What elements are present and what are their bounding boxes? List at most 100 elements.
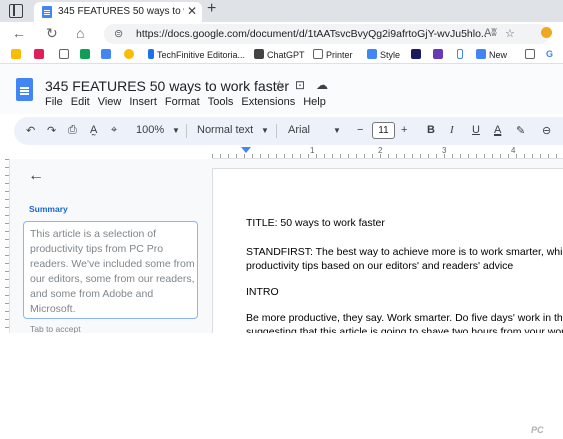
bookmark-star-icon[interactable]: ☆: [505, 27, 515, 40]
indent-marker-icon[interactable]: [241, 147, 251, 153]
redo-icon[interactable]: ↷: [47, 124, 56, 137]
bookmark-label: ChatGPT: [267, 50, 305, 60]
extension-icon[interactable]: [541, 27, 552, 38]
star-icon[interactable]: ☆: [274, 78, 285, 92]
bookmark-slack[interactable]: [34, 49, 47, 60]
bookmark-new[interactable]: New: [476, 49, 507, 60]
paint-format-icon[interactable]: ⌖: [111, 124, 117, 137]
zoom-select[interactable]: 100%: [136, 124, 164, 136]
menu-file[interactable]: File: [45, 96, 63, 108]
site-info-icon[interactable]: ⊜: [114, 27, 123, 40]
undo-icon[interactable]: ↶: [26, 124, 35, 137]
vertical-ruler: [0, 159, 10, 333]
navigation-bar: ← ↻ ⌂ ⊜ https://docs.google.com/document…: [0, 22, 563, 46]
summary-input[interactable]: This article is a selection of productiv…: [23, 221, 198, 319]
tab-to-accept-hint: Tab to accept: [30, 324, 81, 333]
decrease-font-size-button[interactable]: −: [357, 124, 363, 136]
bookmark-sheet[interactable]: [433, 49, 446, 60]
standfirst-line-1[interactable]: STANDFIRST: The best way to achieve more…: [246, 245, 563, 259]
style-select[interactable]: Normal text: [197, 124, 253, 136]
menu-format[interactable]: Format: [165, 96, 200, 108]
bookmark-mail[interactable]: [457, 49, 466, 60]
style-dropdown-icon[interactable]: ▼: [261, 126, 269, 135]
page-icon: [313, 49, 323, 59]
link-icon[interactable]: ⊖: [542, 124, 551, 137]
bookmark-page-2[interactable]: [525, 49, 538, 60]
menu-help[interactable]: Help: [303, 96, 326, 108]
reload-icon[interactable]: ↻: [46, 25, 58, 42]
mail-icon: [457, 49, 463, 59]
summary-suggestion-text[interactable]: This article is a selection of productiv…: [30, 227, 196, 317]
bookmarks-bar: TechFinitive Editoria... ChatGPT Printer…: [0, 46, 563, 64]
ruler-number: 1: [310, 146, 315, 155]
underline-button[interactable]: U: [472, 124, 480, 136]
horizontal-ruler[interactable]: 1 2 3 4: [212, 146, 563, 159]
toolbar-divider: [186, 124, 187, 138]
bookmark-drive[interactable]: [11, 49, 24, 60]
page-icon: [59, 49, 69, 59]
highlight-icon[interactable]: ✎: [516, 124, 525, 137]
chatgpt-icon: [254, 49, 264, 59]
menu-view[interactable]: View: [98, 96, 122, 108]
menu-tools[interactable]: Tools: [208, 96, 234, 108]
bookmark-pinwheel[interactable]: [124, 49, 137, 60]
page-icon: [525, 49, 535, 59]
title-paragraph[interactable]: TITLE: 50 ways to work faster: [246, 216, 563, 230]
intro-heading[interactable]: INTRO: [246, 285, 563, 299]
menu-extensions[interactable]: Extensions: [241, 96, 295, 108]
tab-close-icon[interactable]: ✕: [187, 4, 197, 18]
home-icon[interactable]: ⌂: [76, 25, 84, 41]
standfirst-line-2[interactable]: productivity tips based on our editors' …: [246, 259, 563, 273]
move-folder-icon[interactable]: ⊡: [295, 78, 305, 92]
document-page[interactable]: TITLE: 50 ways to work faster STANDFIRST…: [212, 168, 563, 333]
bookmark-label: Style: [380, 50, 401, 60]
spellcheck-icon[interactable]: A̰: [90, 124, 97, 136]
document-title[interactable]: 345 FEATURES 50 ways to work faster: [45, 78, 289, 94]
docs-header: 345 FEATURES 50 ways to work faster ☆ ⊡ …: [0, 64, 563, 114]
bookmark-style[interactable]: Style: [367, 49, 400, 60]
d-icon: [411, 49, 421, 59]
close-outline-icon[interactable]: ←: [28, 167, 44, 185]
bookmark-label: New: [489, 50, 508, 60]
tab-strip: 345 FEATURES 50 ways to work f ✕ +: [0, 0, 563, 22]
font-dropdown-icon[interactable]: ▼: [333, 126, 341, 135]
bookmark-d[interactable]: [411, 49, 424, 60]
docs-logo-icon[interactable]: [16, 78, 33, 101]
menu-edit[interactable]: Edit: [71, 96, 90, 108]
body-line-2[interactable]: suggesting that this article is going to…: [246, 325, 563, 333]
toolbar-divider: [276, 124, 277, 138]
read-aloud-icon[interactable]: Aʬ: [484, 27, 497, 39]
font-select[interactable]: Arial: [288, 124, 310, 136]
text-color-button[interactable]: A: [494, 124, 501, 136]
address-bar[interactable]: ⊜ https://docs.google.com/document/d/1tA…: [104, 24, 550, 44]
docs-icon: [476, 49, 486, 59]
menu-bar: File Edit View Insert Format Tools Exten…: [45, 96, 334, 108]
italic-button[interactable]: I: [450, 124, 454, 136]
bookmark-label: Printer: [326, 50, 353, 60]
url-text[interactable]: https://docs.google.com/document/d/1tAAT…: [136, 28, 486, 40]
bookmark-chatgpt[interactable]: ChatGPT: [254, 49, 305, 60]
browser-tab[interactable]: 345 FEATURES 50 ways to work f ✕: [34, 2, 202, 22]
bookmark-docs[interactable]: [101, 49, 114, 60]
menu-insert[interactable]: Insert: [129, 96, 157, 108]
print-icon[interactable]: ⎙: [68, 124, 77, 137]
font-size-input[interactable]: 11: [372, 122, 395, 139]
body-line-1[interactable]: Be more productive, they say. Work smart…: [246, 311, 563, 325]
slack-icon: [34, 49, 44, 59]
back-icon[interactable]: ←: [12, 25, 26, 41]
new-tab-button[interactable]: +: [207, 0, 216, 18]
cloud-status-icon[interactable]: ☁: [316, 78, 328, 92]
summary-label: Summary: [29, 204, 68, 214]
techfinitive-icon: [148, 49, 154, 59]
bookmark-green[interactable]: [80, 49, 93, 60]
bookmark-printer[interactable]: Printer: [313, 49, 353, 60]
bookmark-google[interactable]: G: [546, 49, 553, 59]
tab-search-icon[interactable]: [9, 4, 23, 18]
publisher-logo: PC: [531, 425, 544, 435]
increase-font-size-button[interactable]: +: [401, 124, 407, 136]
docs-icon: [367, 49, 377, 59]
zoom-dropdown-icon[interactable]: ▼: [172, 126, 180, 135]
bold-button[interactable]: B: [427, 124, 435, 136]
bookmark-page[interactable]: [59, 49, 72, 60]
bookmark-techfinitive[interactable]: TechFinitive Editoria...: [148, 49, 245, 60]
